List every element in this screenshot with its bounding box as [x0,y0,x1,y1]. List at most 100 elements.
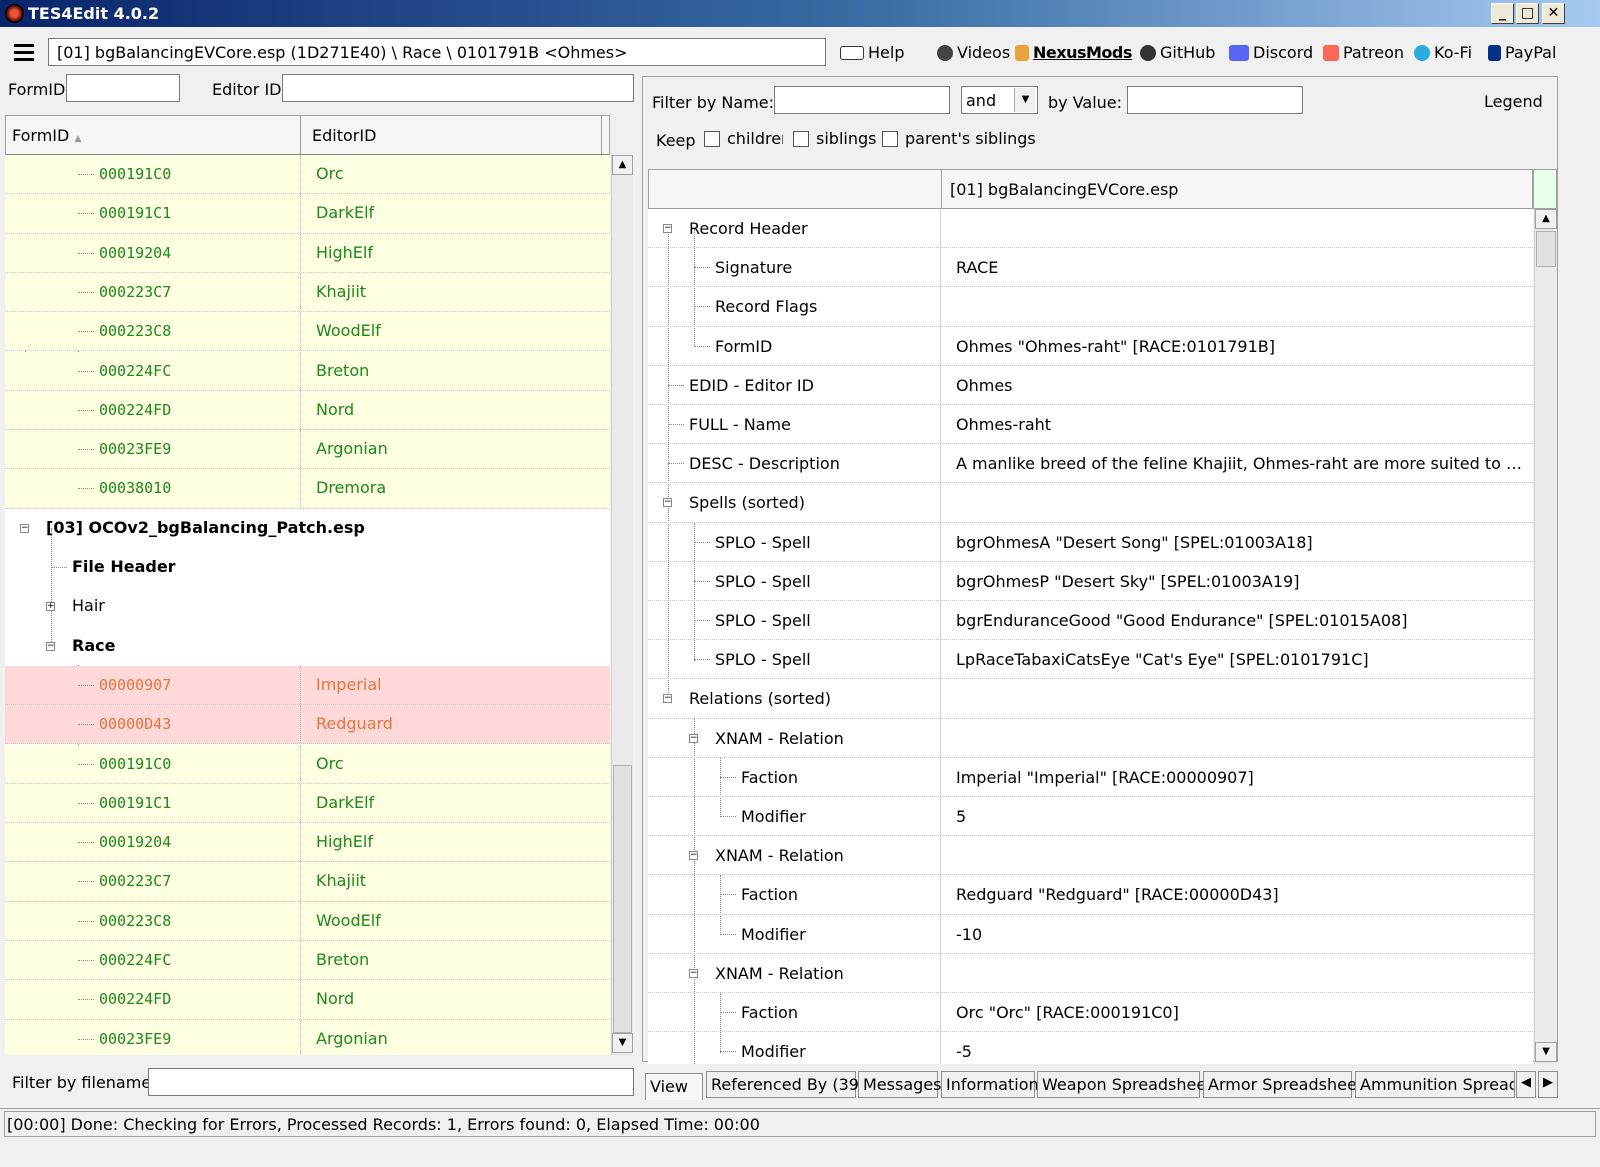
tab-information[interactable]: Information [941,1071,1039,1098]
chevron-down-icon[interactable]: ▼ [1014,88,1036,112]
tree-row[interactable]: 000224FD Nord [5,980,610,1020]
field-row[interactable]: DESC - Description A manlike breed of the… [648,444,1533,484]
field-row[interactable]: Record Flags [648,287,1533,327]
legend-button[interactable]: Legend [1484,92,1543,111]
filter-value-input[interactable] [1127,86,1303,114]
tab-weapon-spreadsheet[interactable]: Weapon Spreadsheet [1037,1071,1212,1098]
tree-row[interactable]: 00038010 Dremora [5,469,610,509]
race-node[interactable]: − Race [5,627,610,666]
kofi-link[interactable]: Ko-Fi [1414,43,1472,62]
collapse-icon[interactable]: − [689,851,698,861]
discord-link[interactable]: Discord [1229,43,1313,62]
field-row[interactable]: EDID - Editor ID Ohmes [648,365,1533,405]
tab-view[interactable]: View [645,1073,703,1100]
scroll-thumb[interactable] [613,765,632,1033]
tree-row[interactable]: 000224FD Nord [5,390,610,431]
field-row[interactable]: SPLO - Spell LpRaceTabaxiCatsEye "Cat's E… [648,640,1533,680]
close-button[interactable]: ✕ [1542,3,1565,24]
tree-row[interactable]: 000224FC Breton [5,351,610,391]
scroll-thumb[interactable] [1536,231,1556,267]
parents-siblings-checkbox[interactable] [882,131,898,147]
help-link[interactable]: Help [840,43,904,62]
tree-row[interactable]: 00023FE9 Argonian [5,430,610,470]
relation-row[interactable]: − XNAM - Relation [648,718,1533,758]
siblings-checkbox[interactable] [793,131,809,147]
tree-row[interactable]: 000223C7 Khajiit [5,862,610,902]
field-row[interactable]: Modifier 5 [648,797,1533,837]
tree-row[interactable]: 000223C8 WoodElf [5,901,610,941]
plugin-node[interactable]: − [03] OCOv2_bgBalancing_Patch.esp [5,509,610,548]
relations-group-row[interactable]: − Relations (sorted) [648,679,1533,719]
tree-row[interactable]: 000223C7 Khajiit [5,272,610,313]
record-path-field[interactable]: [01] bgBalancingEVCore.esp (1D271E40) \ … [48,38,826,66]
minimize-button[interactable]: _ [1491,3,1514,24]
tab-scroll-left-icon[interactable]: ◀ [1516,1071,1536,1098]
field-row[interactable]: Modifier -5 [648,1032,1533,1064]
field-row[interactable]: FormID Ohmes "Ohmes-raht" [RACE:0101791B] [648,326,1533,366]
relation-row[interactable]: − XNAM - Relation [648,836,1533,876]
nexusmods-link[interactable]: NexusMods [1015,43,1132,62]
file-column-header[interactable]: [01] bgBalancingEVCore.esp [941,170,1534,208]
filter-filename-input[interactable] [148,1068,634,1096]
expand-icon[interactable]: + [46,602,55,612]
tab-armor-spreadsheet[interactable]: Armor Spreadsheet [1203,1071,1363,1098]
scroll-up-icon[interactable]: ▲ [1535,209,1557,229]
tree-row[interactable]: 000191C1 DarkElf [5,783,610,824]
tree-row[interactable]: 000191C0 Orc [5,744,610,784]
collapse-icon[interactable]: − [46,641,55,651]
field-row[interactable]: Modifier -10 [648,914,1533,954]
formid-input[interactable] [66,74,180,102]
tab-referenced-by[interactable]: Referenced By (39) [706,1071,865,1098]
hair-node[interactable]: + Hair [5,587,610,626]
field-row[interactable]: Signature RACE [648,248,1533,288]
tree-scrollbar[interactable]: ▲ ▼ [611,155,633,1055]
hamburger-menu-icon[interactable] [14,44,34,62]
tree-row[interactable]: 000191C1 DarkElf [5,194,610,234]
videos-link[interactable]: Videos [937,43,1010,62]
field-row[interactable]: SPLO - Spell bgrOhmesP "Desert Sky" [SPEL… [648,561,1533,601]
formid-column-header[interactable]: FormID ▲ [6,116,301,154]
tree-row-conflict[interactable]: 00000907 Imperial [5,665,610,706]
file-header-node[interactable]: File Header [5,548,610,587]
patreon-link[interactable]: Patreon [1323,43,1404,62]
record-tree[interactable]: 000191C0 Orc 000191C1 DarkElf 00019204 High… [5,155,610,1055]
scroll-down-icon[interactable]: ▼ [612,1033,633,1053]
filter-name-input[interactable] [774,86,950,114]
editorid-input[interactable] [282,74,634,102]
and-or-select[interactable]: and ▼ [961,86,1038,114]
collapse-icon[interactable]: − [689,733,698,743]
tree-row-conflict[interactable]: 00000D43 Redguard [5,705,610,745]
scroll-up-icon[interactable]: ▲ [612,155,633,175]
relation-row[interactable]: − XNAM - Relation [648,953,1533,993]
tree-row[interactable]: 000191C0 Orc [5,155,610,195]
tree-row[interactable]: 00019204 HighElf [5,233,610,273]
tree-row[interactable]: 00023FE9 Argonian [5,1019,610,1055]
paypal-link[interactable]: PayPal [1488,43,1556,62]
record-grid[interactable]: − Record Header Signature RACE Record Flag… [648,209,1533,1064]
collapse-icon[interactable]: − [663,694,672,704]
collapse-icon[interactable]: − [663,224,672,233]
tree-row[interactable]: 00019204 HighElf [5,823,610,863]
github-link[interactable]: GitHub [1140,43,1215,62]
collapse-icon[interactable]: − [689,968,698,978]
field-row[interactable]: SPLO - Spell bgrEnduranceGood "Good Endur… [648,601,1533,641]
field-row[interactable]: Faction Imperial "Imperial" [RACE:0000090… [648,757,1533,797]
collapse-icon[interactable]: − [20,523,29,533]
tab-messages[interactable]: Messages [858,1071,941,1098]
editorid-column-header[interactable]: EditorID [302,116,602,154]
scroll-down-icon[interactable]: ▼ [1535,1042,1557,1062]
field-row[interactable]: SPLO - Spell bgrOhmesA "Desert Song" [SPE… [648,522,1533,562]
children-checkbox[interactable] [704,131,720,147]
spells-group-row[interactable]: − Spells (sorted) [648,483,1533,523]
tree-row[interactable]: 000224FC Breton [5,941,610,981]
record-header-row[interactable]: − Record Header [648,209,1533,249]
field-row[interactable]: Faction Orc "Orc" [RACE:000191C0] [648,993,1533,1033]
tree-row[interactable]: 000223C8 WoodElf [5,312,610,352]
maximize-button[interactable]: □ [1516,3,1539,24]
record-scrollbar[interactable]: ▲ ▼ [1534,209,1557,1064]
field-row[interactable]: FULL - Name Ohmes-raht [648,405,1533,445]
tab-scroll-right-icon[interactable]: ▶ [1538,1071,1558,1098]
field-row[interactable]: Faction Redguard "Redguard" [RACE:00000D4… [648,875,1533,915]
collapse-icon[interactable]: − [663,498,672,508]
tab-ammunition-spreadsheet[interactable]: Ammunition Spreadsh [1355,1071,1515,1098]
